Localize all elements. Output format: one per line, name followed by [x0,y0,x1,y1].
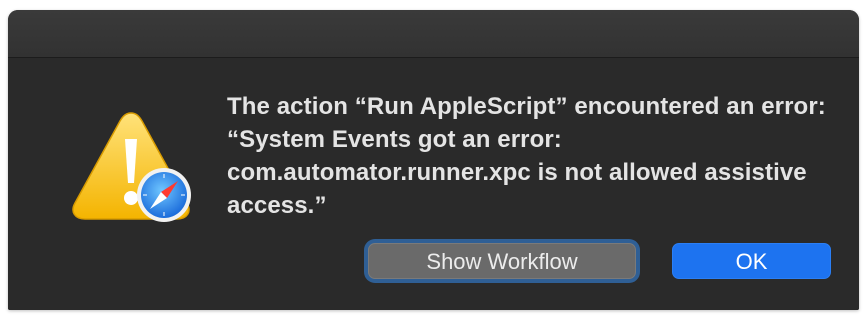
error-message: The action “Run AppleScript” encountered… [227,93,826,219]
safari-badge-icon [137,168,191,222]
ok-button[interactable]: OK [672,243,831,279]
warning-icon [72,112,191,222]
dialog-titlebar [8,10,859,58]
show-workflow-button[interactable]: Show Workflow [368,243,636,279]
